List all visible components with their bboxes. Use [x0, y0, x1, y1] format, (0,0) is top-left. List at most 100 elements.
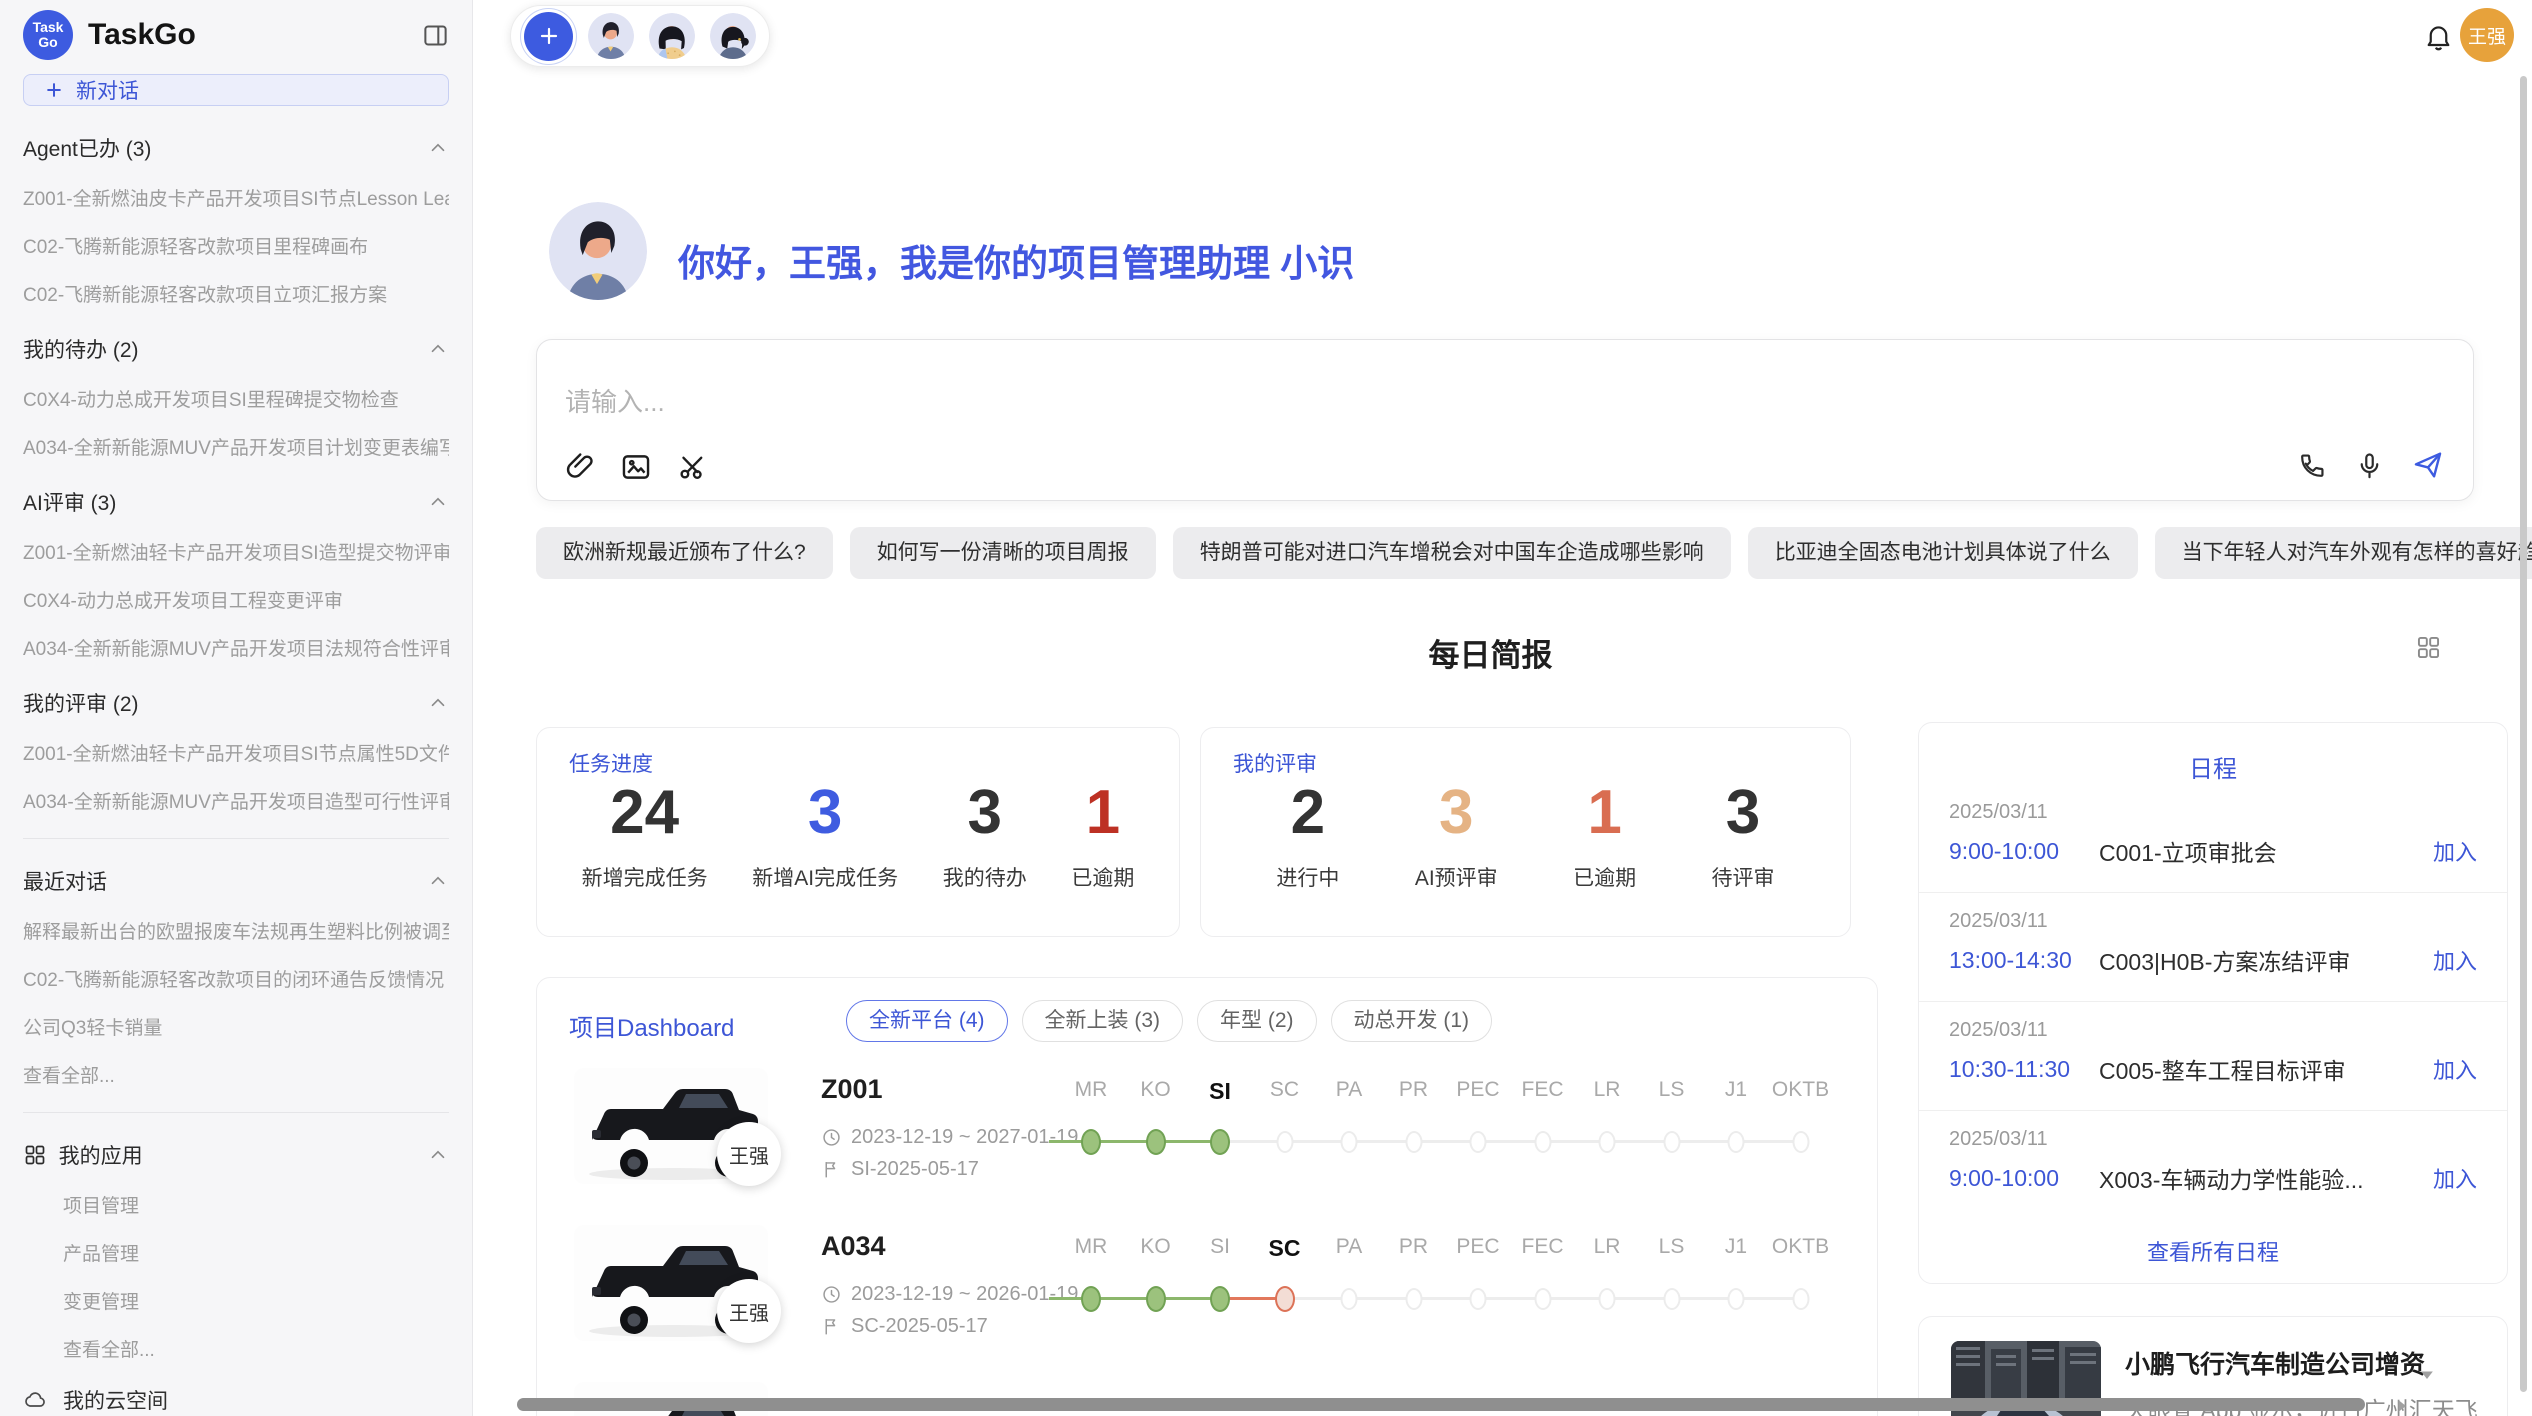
stat-label: 已逾期 [1071, 862, 1134, 892]
schedule-time: 13:00-14:30 [1949, 947, 2099, 974]
chevron-up-icon [427, 137, 449, 159]
app-item[interactable]: 产品管理 [63, 1239, 449, 1266]
dashboard-tab[interactable]: 动总开发 (1) [1331, 1000, 1493, 1042]
sidebar-item[interactable]: A034-全新新能源MUV产品开发项目计划变更表编写 [23, 433, 449, 460]
recent-chat-item[interactable]: 公司Q3轻卡销量 [23, 1013, 449, 1040]
suggestion-chip[interactable]: 欧洲新规最近颁布了什么? [536, 527, 833, 579]
section-header[interactable]: AI评审 (3) [23, 487, 449, 517]
project-flag: SC-2025-05-17 [821, 1315, 988, 1338]
milestone-dot-FEC [1534, 1131, 1551, 1153]
new-conversation-button[interactable] [524, 12, 573, 61]
timeline-segment [1736, 1140, 1801, 1143]
app-item[interactable]: 项目管理 [63, 1191, 449, 1218]
avatar[interactable] [588, 13, 634, 59]
sidebar-item[interactable]: Z001-全新燃油轻卡产品开发项目SI造型提交物评审 [23, 538, 449, 565]
schedule-event-title: C001-立项审批会 [2099, 834, 2433, 868]
scroll-right-arrow-icon[interactable] [2391, 1396, 2411, 1416]
section-header[interactable]: 最近对话 [23, 866, 449, 896]
suggestion-chip[interactable]: 如何写一份清晰的项目周报 [850, 527, 1156, 579]
phone-icon[interactable] [2297, 450, 2328, 481]
user-avatar[interactable]: 王强 [2460, 8, 2514, 62]
sidebar-item[interactable]: C02-飞腾新能源轻客改款项目立项汇报方案 [23, 280, 449, 307]
stat-value: 3 [1439, 780, 1473, 846]
timeline-segment [1543, 1140, 1608, 1143]
schedule-date: 2025/03/11 [1949, 1128, 2477, 1151]
send-icon[interactable] [2411, 448, 2445, 482]
stat-value: 1 [1587, 780, 1621, 846]
mic-icon[interactable] [2354, 450, 2385, 481]
logo-line1: Task [33, 20, 64, 35]
sidebar-collapse-icon[interactable] [422, 22, 449, 49]
section-header[interactable]: 我的待办 (2) [23, 334, 449, 364]
section-header[interactable]: 我的应用 [23, 1140, 449, 1170]
divider [23, 838, 449, 839]
section-header[interactable]: Agent已办 (3) [23, 133, 449, 163]
scroll-down-arrow-icon[interactable] [2417, 1364, 2437, 1389]
stat: 1 已逾期 [1071, 780, 1134, 892]
image-icon[interactable] [619, 450, 653, 484]
dashboard-tab[interactable]: 年型 (2) [1197, 1000, 1317, 1042]
scissors-icon[interactable] [675, 450, 709, 484]
section-title: Agent已办 (3) [23, 133, 151, 163]
horizontal-scrollbar-thumb[interactable] [517, 1398, 2365, 1411]
avatar[interactable] [710, 13, 756, 59]
notification-bell-icon[interactable] [2423, 21, 2454, 57]
recent-chat-item[interactable]: 查看全部... [23, 1061, 449, 1088]
sidebar-item[interactable]: C02-飞腾新能源轻客改款项目里程碑画布 [23, 232, 449, 259]
milestone-dot-LS [1663, 1131, 1680, 1153]
dashboard-tab[interactable]: 全新上装 (3) [1022, 1000, 1184, 1042]
plus-icon [537, 24, 561, 48]
milestone-dot-PA [1341, 1288, 1358, 1310]
sidebar-link[interactable]: 我的云空间 [23, 1385, 449, 1415]
join-link[interactable]: 加入 [2433, 1053, 2477, 1085]
app-item[interactable]: 变更管理 [63, 1287, 449, 1314]
milestone-dot-OKTB [1792, 1288, 1809, 1310]
dashboard-title: 项目Dashboard [569, 1008, 734, 1043]
sidebar-item[interactable]: C0X4-动力总成开发项目工程变更评审 [23, 586, 449, 613]
stat-value: 24 [610, 780, 679, 846]
milestone-dot-PR [1405, 1131, 1422, 1153]
sidebar-item[interactable]: Z001-全新燃油皮卡产品开发项目SI节点Lesson Learn报告 [23, 184, 449, 211]
layout-grid-icon[interactable] [2415, 634, 2442, 666]
sidebar-item[interactable]: A034-全新新能源MUV产品开发项目法规符合性评审 [23, 634, 449, 661]
suggestion-chip[interactable]: 当下年轻人对汽车外观有怎样的喜好趋势 [2155, 527, 2532, 579]
recent-chat-item[interactable]: C02-飞腾新能源轻客改款项目的闭环通告反馈情况 [23, 965, 449, 992]
avatar[interactable] [649, 13, 695, 59]
flag-icon [821, 1159, 842, 1180]
sidebar-item[interactable]: Z001-全新燃油轻卡产品开发项目SI节点属性5D文件评审 [23, 739, 449, 766]
dashboard-tabs: 全新平台 (4) 全新上装 (3) 年型 (2) 动总开发 (1) [846, 1000, 1492, 1042]
app-item[interactable]: 查看全部... [63, 1335, 449, 1362]
vertical-scrollbar-thumb[interactable] [2520, 76, 2527, 1392]
clock-icon [821, 1284, 842, 1305]
join-link[interactable]: 加入 [2433, 1162, 2477, 1194]
project-row[interactable]: 王强 A034 2023-12-19 ~ 2026-01-19 SC-2025-… [537, 1223, 1877, 1380]
stat: 3 我的待办 [943, 780, 1027, 892]
project-row[interactable]: 王强 Z001 2023-12-19 ~ 2027-01-19 SI-2025-… [537, 1066, 1877, 1223]
card-title: 任务进度 [569, 748, 653, 778]
view-all-schedule-link[interactable]: 查看所有日程 [1919, 1235, 2507, 1267]
join-link[interactable]: 加入 [2433, 835, 2477, 867]
suggestion-chip[interactable]: 比亚迪全固态电池计划具体说了什么 [1748, 527, 2138, 579]
section-title: AI评审 (3) [23, 487, 116, 517]
paperclip-icon[interactable] [563, 450, 597, 484]
stat-value: 3 [1726, 780, 1760, 846]
section-header[interactable]: 我的评审 (2) [23, 688, 449, 718]
timeline-segment [1607, 1297, 1672, 1300]
sidebar-item[interactable]: C0X4-动力总成开发项目SI里程碑提交物检查 [23, 385, 449, 412]
suggestion-chip[interactable]: 特朗普可能对进口汽车增税会对中国车企造成哪些影响 [1173, 527, 1731, 579]
recent-chat-item[interactable]: 解释最新出台的欧盟报废车法规再生塑料比例被调至15%... [23, 917, 449, 944]
stat: 2 进行中 [1276, 780, 1339, 892]
new-chat-button[interactable]: 新对话 [23, 74, 449, 106]
schedule-event-title: C003|H0B-方案冻结评审 [2099, 943, 2433, 977]
dashboard-tab[interactable]: 全新平台 (4) [846, 1000, 1008, 1042]
section-title: 我的应用 [59, 1140, 143, 1170]
sidebar-item[interactable]: A034-全新新能源MUV产品开发项目造型可行性评审 [23, 787, 449, 814]
schedule-card: 日程 2025/03/11 9:00-10:00 C001-立项审批会 加入 2… [1918, 722, 2508, 1284]
schedule-list: 2025/03/11 9:00-10:00 C001-立项审批会 加入 2025… [1919, 784, 2507, 1219]
chat-input[interactable]: 请输入... [536, 339, 2474, 501]
stat: 1 已逾期 [1573, 780, 1636, 892]
stat: 3 待评审 [1712, 780, 1775, 892]
join-link[interactable]: 加入 [2433, 944, 2477, 976]
sidebar-header: Task Go TaskGo [23, 10, 449, 60]
schedule-item: 2025/03/11 9:00-10:00 X003-车辆动力学性能验... 加… [1919, 1111, 2507, 1219]
